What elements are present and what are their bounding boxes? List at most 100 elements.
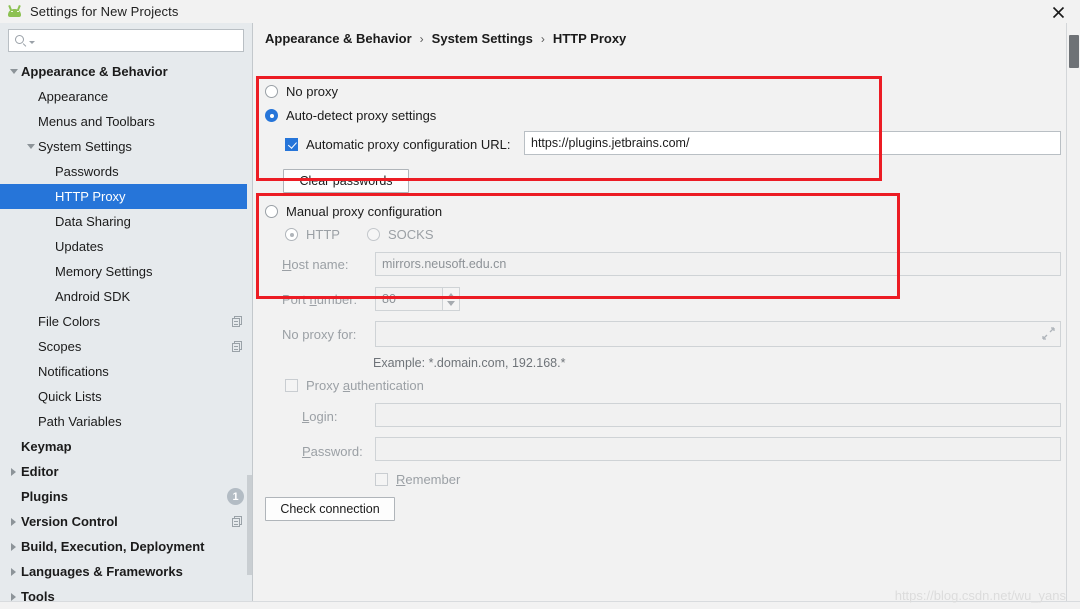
- auto-detect-radio[interactable]: [265, 109, 278, 122]
- proxy-authentication-option[interactable]: Proxy authentication: [285, 378, 424, 393]
- sidebar-item-indicator: 1: [227, 488, 244, 505]
- sidebar-item-label: Appearance: [38, 89, 109, 104]
- password-input[interactable]: [375, 437, 1061, 461]
- sidebar-item-indicator: [232, 315, 244, 328]
- chevron-down-icon[interactable]: [6, 69, 21, 74]
- sidebar-item-label: Build, Execution, Deployment: [21, 539, 205, 554]
- chevron-right-icon[interactable]: [6, 542, 21, 551]
- manual-proxy-radio[interactable]: [265, 205, 278, 218]
- breadcrumb-item-appearance-behavior[interactable]: Appearance & Behavior: [265, 31, 412, 46]
- sidebar-scrollbar-thumb[interactable]: [247, 475, 252, 575]
- sidebar-item-file-colors[interactable]: File Colors: [0, 309, 252, 334]
- settings-sidebar: Appearance & Behavior Appearance Menus and…: [0, 23, 253, 601]
- search-area: [0, 23, 252, 57]
- sidebar-item-plugins[interactable]: Plugins 1: [0, 484, 252, 509]
- sidebar-item-languages-frameworks[interactable]: Languages & Frameworks: [0, 559, 252, 584]
- breadcrumb: Appearance & Behavior › System Settings …: [265, 31, 626, 46]
- sidebar-item-appearance-behavior[interactable]: Appearance & Behavior: [0, 59, 252, 84]
- host-name-value: mirrors.neusoft.edu.cn: [382, 257, 507, 271]
- sidebar-item-appearance[interactable]: Appearance: [0, 84, 252, 109]
- auto-config-url-value: https://plugins.jetbrains.com/: [531, 136, 690, 150]
- port-number-input[interactable]: 80: [375, 287, 460, 311]
- socks-radio[interactable]: [367, 228, 380, 241]
- sidebar-item-label: File Colors: [38, 314, 101, 329]
- chevron-down-icon[interactable]: [29, 40, 35, 44]
- clear-passwords-label: Clear passwords: [299, 174, 393, 188]
- chevron-right-icon[interactable]: [6, 567, 21, 576]
- chevron-right-icon[interactable]: [6, 467, 21, 476]
- proxy-authentication-checkbox[interactable]: [285, 379, 298, 392]
- http-protocol-option[interactable]: HTTP: [285, 227, 340, 242]
- chevron-right-icon[interactable]: [6, 517, 21, 526]
- sidebar-item-label: Menus and Toolbars: [38, 114, 155, 129]
- no-proxy-option[interactable]: No proxy: [265, 84, 338, 99]
- sidebar-item-label: Keymap: [21, 439, 72, 454]
- close-icon[interactable]: [1046, 2, 1070, 22]
- clear-passwords-button[interactable]: Clear passwords: [283, 169, 409, 193]
- sidebar-item-label: Data Sharing: [55, 214, 131, 229]
- sidebar-item-label: Editor: [21, 464, 59, 479]
- sidebar-item-version-control[interactable]: Version Control: [0, 509, 252, 534]
- sidebar-item-build-execution-deployment[interactable]: Build, Execution, Deployment: [0, 534, 252, 559]
- remember-checkbox[interactable]: [375, 473, 388, 486]
- host-name-input[interactable]: mirrors.neusoft.edu.cn: [375, 252, 1061, 276]
- sidebar-item-label: Quick Lists: [38, 389, 102, 404]
- auto-config-url-label: Automatic proxy configuration URL:: [306, 137, 511, 152]
- expand-icon[interactable]: [1042, 327, 1055, 340]
- android-robot-icon: [6, 4, 24, 20]
- auto-detect-option[interactable]: Auto-detect proxy settings: [265, 108, 436, 123]
- login-input[interactable]: [375, 403, 1061, 427]
- check-connection-label: Check connection: [280, 502, 380, 516]
- sidebar-item-data-sharing[interactable]: Data Sharing: [0, 209, 252, 234]
- no-proxy-for-input[interactable]: [375, 321, 1061, 347]
- manual-proxy-label: Manual proxy configuration: [286, 204, 443, 219]
- sidebar-item-editor[interactable]: Editor: [0, 459, 252, 484]
- sidebar-item-label: Android SDK: [55, 289, 131, 304]
- no-proxy-radio[interactable]: [265, 85, 278, 98]
- sidebar-item-android-sdk[interactable]: Android SDK: [0, 284, 252, 309]
- auto-config-url-checkbox[interactable]: [285, 138, 298, 151]
- port-number-value: 80: [382, 292, 396, 306]
- socks-protocol-option[interactable]: SOCKS: [367, 227, 434, 242]
- sidebar-item-menus-and-toolbars[interactable]: Menus and Toolbars: [0, 109, 252, 134]
- sidebar-scrollbar[interactable]: [247, 23, 252, 601]
- sidebar-item-scopes[interactable]: Scopes: [0, 334, 252, 359]
- sidebar-item-quick-lists[interactable]: Quick Lists: [0, 384, 252, 409]
- search-input[interactable]: [39, 33, 243, 48]
- remember-option[interactable]: Remember: [375, 472, 460, 487]
- http-radio[interactable]: [285, 228, 298, 241]
- sidebar-item-label: Path Variables: [38, 414, 122, 429]
- sidebar-item-path-variables[interactable]: Path Variables: [0, 409, 252, 434]
- breadcrumb-item-system-settings[interactable]: System Settings: [432, 31, 533, 46]
- title-bar: Settings for New Projects: [0, 0, 1080, 23]
- sidebar-item-updates[interactable]: Updates: [0, 234, 252, 259]
- breadcrumb-separator-icon: ›: [540, 31, 545, 46]
- copy-icon: [232, 340, 244, 353]
- search-icon: [15, 34, 28, 47]
- chevron-down-icon[interactable]: [23, 144, 38, 149]
- sidebar-item-indicator: [232, 515, 244, 528]
- stepper-down-icon[interactable]: [447, 300, 455, 306]
- sidebar-item-http-proxy[interactable]: HTTP Proxy: [0, 184, 252, 209]
- sidebar-item-tools[interactable]: Tools: [0, 584, 252, 601]
- auto-config-url-input[interactable]: https://plugins.jetbrains.com/: [524, 131, 1061, 155]
- port-number-stepper[interactable]: [442, 288, 459, 310]
- sidebar-item-system-settings[interactable]: System Settings: [0, 134, 252, 159]
- sidebar-item-passwords[interactable]: Passwords: [0, 159, 252, 184]
- chevron-right-icon[interactable]: [6, 592, 21, 601]
- check-connection-button[interactable]: Check connection: [265, 497, 395, 521]
- sidebar-item-indicator: [232, 340, 244, 353]
- sidebar-item-label: System Settings: [38, 139, 132, 154]
- port-number-label: Port number:: [282, 292, 358, 307]
- sidebar-item-memory-settings[interactable]: Memory Settings: [0, 259, 252, 284]
- sidebar-item-keymap[interactable]: Keymap: [0, 434, 252, 459]
- socks-label: SOCKS: [388, 227, 434, 242]
- manual-proxy-option[interactable]: Manual proxy configuration: [265, 204, 442, 219]
- sidebar-item-label: Passwords: [55, 164, 119, 179]
- stepper-up-icon[interactable]: [447, 292, 455, 298]
- dialog-scrollbar-thumb[interactable]: [1069, 35, 1079, 68]
- auto-config-url-option[interactable]: Automatic proxy configuration URL:: [285, 137, 510, 152]
- dialog-scrollbar[interactable]: [1066, 23, 1080, 609]
- search-box[interactable]: [8, 29, 244, 52]
- sidebar-item-notifications[interactable]: Notifications: [0, 359, 252, 384]
